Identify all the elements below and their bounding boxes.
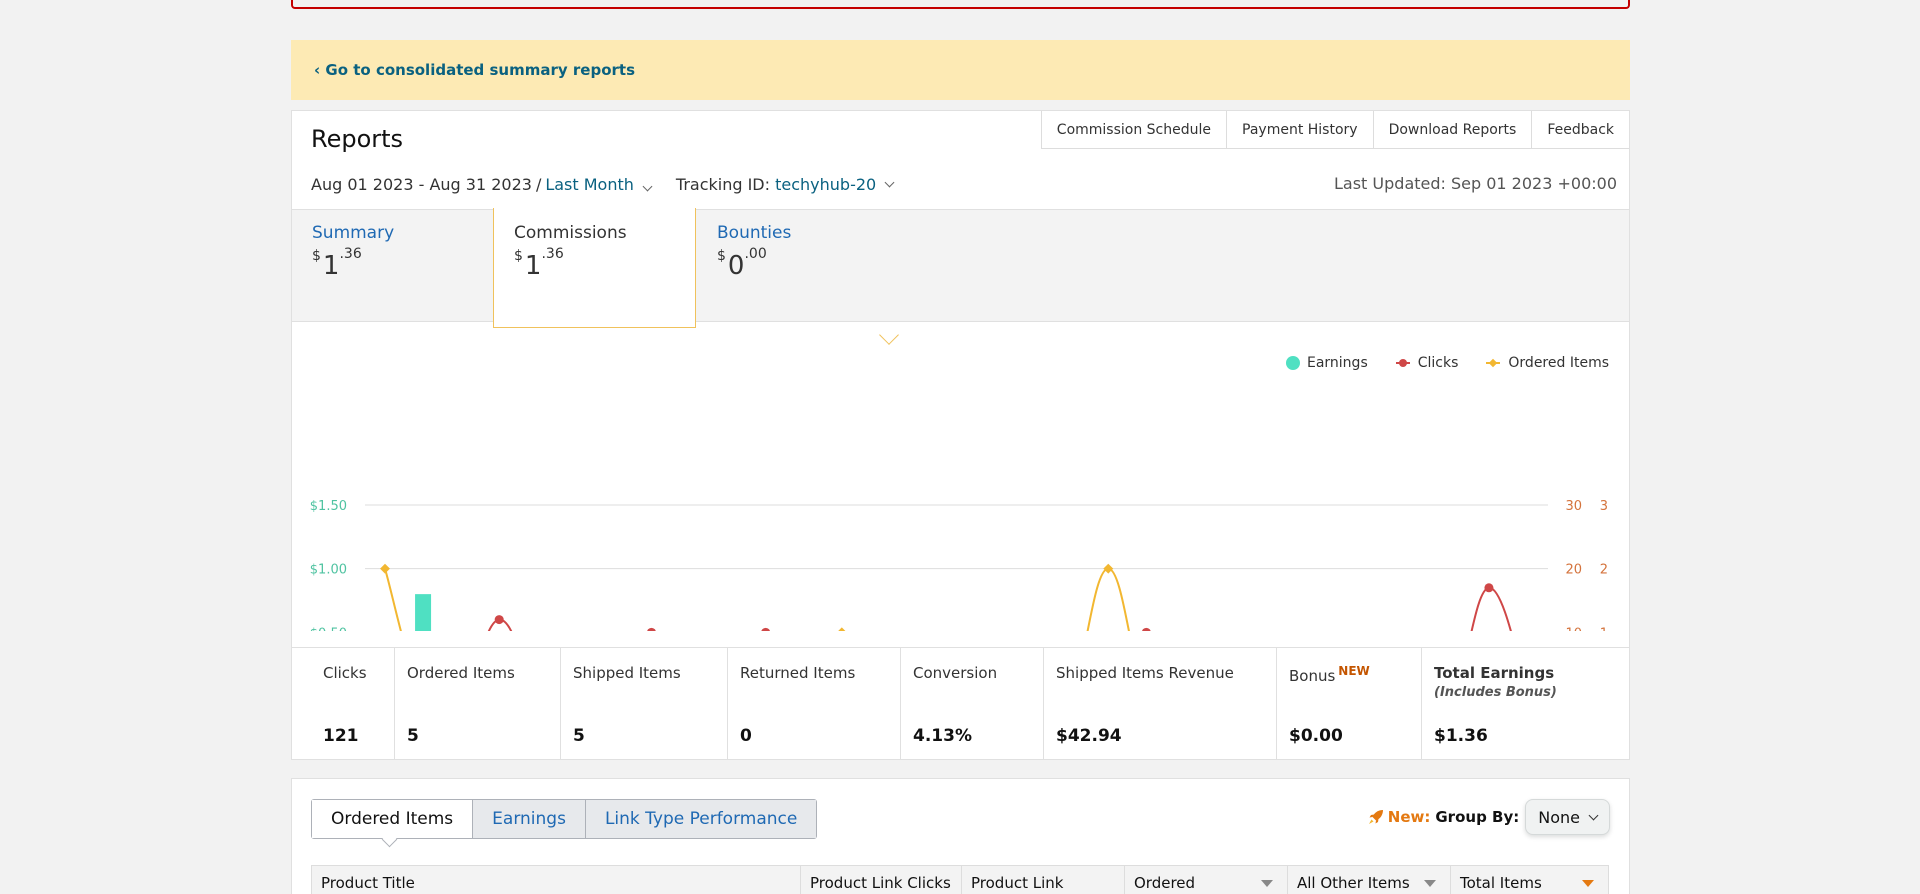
- y-right-clicks-tick-label: 30: [1565, 499, 1582, 514]
- stat-shipped-revenue: Shipped Items Revenue $42.94: [1044, 648, 1277, 760]
- stat-shipped-items: Shipped Items 5: [561, 648, 728, 760]
- y-right-clicks-tick-label: 20: [1565, 563, 1582, 578]
- ordered-items-point: [836, 627, 847, 631]
- tab-summary-amount: $1.36: [312, 246, 362, 281]
- col-product-link[interactable]: Product Link: [962, 866, 1125, 894]
- stat-bonus-value: $0.00: [1289, 726, 1343, 746]
- y-left-tick-label: $1.50: [310, 499, 347, 514]
- ordered-items-point: [1103, 563, 1114, 574]
- stat-total-value: $1.36: [1434, 726, 1488, 746]
- tracking-label: Tracking ID:: [675, 175, 771, 194]
- alert-box-edge: [291, 0, 1630, 9]
- earnings-chart: 000$0.50101$1.00202$1.5030301 Aug0407101…: [310, 499, 1608, 631]
- y-left-tick-label: $1.00: [310, 563, 347, 578]
- tab-earnings[interactable]: Earnings: [473, 800, 586, 838]
- sort-arrow-icon: [1261, 880, 1273, 887]
- stats-row: Clicks 121 Ordered Items 5 Shipped Items 5 …: [292, 647, 1629, 760]
- stat-bonus: Bonus NEW $0.00: [1277, 648, 1422, 760]
- group-by-label: Group By:: [1435, 808, 1520, 826]
- stat-returned-items: Returned Items 0: [728, 648, 901, 760]
- stat-conversion: Conversion 4.13%: [901, 648, 1044, 760]
- summary-tabs: Summary $1.36 Commissions $1.36 Bounties…: [292, 208, 1629, 328]
- earnings-dot-icon: [1285, 356, 1300, 370]
- clicks-point: [647, 627, 656, 631]
- sort-arrow-active-icon: [1582, 880, 1594, 887]
- consolidated-summary-link[interactable]: ‹ Go to consolidated summary reports: [314, 61, 635, 79]
- y-left-tick-label: $0.50: [310, 626, 347, 631]
- new-label: New:: [1387, 808, 1431, 826]
- stat-clicks: Clicks 121: [292, 648, 395, 760]
- tab-commissions[interactable]: Commissions $1.36: [493, 208, 696, 328]
- stat-returned-value: 0: [740, 726, 752, 746]
- commission-schedule-link[interactable]: Commission Schedule: [1041, 111, 1228, 149]
- sort-arrow-icon: [1424, 880, 1436, 887]
- consolidated-banner: ‹ Go to consolidated summary reports: [291, 40, 1630, 100]
- date-separator: /: [535, 175, 542, 194]
- group-by-select[interactable]: None: [1525, 799, 1610, 835]
- y-right-items-tick-label: 2: [1600, 563, 1608, 578]
- clicks-point: [1142, 627, 1151, 631]
- tab-bounties-amount: $0.00: [717, 246, 767, 281]
- stat-ordered-value: 5: [407, 726, 419, 746]
- period-dropdown[interactable]: Last Month: [545, 175, 653, 194]
- payment-history-link[interactable]: Payment History: [1227, 111, 1374, 149]
- ordered-items-point: [380, 563, 390, 574]
- detail-tabs: Ordered Items Earnings Link Type Perform…: [311, 799, 818, 839]
- col-product-link-clicks[interactable]: Product Link Clicks: [801, 866, 962, 894]
- ordered-items-line: [384, 567, 1130, 631]
- legend-earnings[interactable]: Earnings: [1285, 355, 1368, 371]
- table-header: Product Title Product Link Clicks Produc…: [311, 865, 1609, 894]
- tab-bounties-label: Bounties: [717, 223, 792, 243]
- chevron-down-icon: [642, 181, 653, 192]
- page-title: Reports: [311, 125, 404, 153]
- tab-summary-label: Summary: [312, 223, 395, 243]
- col-product-title[interactable]: Product Title: [312, 866, 801, 894]
- col-all-other-items[interactable]: All Other Items: [1288, 866, 1451, 894]
- legend-clicks[interactable]: Clicks: [1395, 355, 1458, 371]
- col-total-items[interactable]: Total Items: [1451, 866, 1608, 894]
- y-right-items-tick-label: 3: [1600, 499, 1608, 514]
- earnings-bar: [415, 594, 432, 631]
- tab-bounties[interactable]: Bounties $0.00: [695, 210, 897, 322]
- stat-shipped-value: 5: [573, 726, 585, 746]
- y-right-items-tick-label: 1: [1600, 626, 1608, 631]
- clicks-line-icon: [1395, 359, 1410, 367]
- tab-summary[interactable]: Summary $1.36: [292, 210, 494, 322]
- chart-legend: Earnings Clicks Ordered Items: [1258, 355, 1609, 371]
- tracking-id-dropdown[interactable]: Tracking ID: techyhub-20: [675, 175, 895, 194]
- date-range: Aug 01 2023 - Aug 31 2023: [311, 175, 532, 194]
- group-by-control: New: Group By: None: [1368, 799, 1610, 835]
- tab-commissions-amount: $1.36: [514, 246, 564, 281]
- clicks-point: [494, 615, 504, 625]
- ordered-line-icon: [1486, 362, 1501, 364]
- y-right-clicks-tick-label: 10: [1565, 626, 1582, 631]
- tab-commissions-label: Commissions: [514, 223, 627, 243]
- active-tab-pointer: [879, 325, 899, 345]
- top-links: Commission Schedule Payment History Down…: [1040, 111, 1629, 149]
- tab-ordered-items[interactable]: Ordered Items: [312, 800, 474, 838]
- col-ordered[interactable]: Ordered: [1125, 866, 1288, 894]
- stat-clicks-value: 121: [323, 726, 359, 746]
- reports-panel: Reports Commission Schedule Payment Hist…: [291, 110, 1630, 760]
- rocket-icon: [1368, 810, 1383, 824]
- period-label: Last Month: [545, 175, 634, 194]
- stat-total-earnings: Total Earnings (Includes Bonus) $1.36: [1434, 664, 1557, 746]
- stat-ordered-items: Ordered Items 5: [395, 648, 561, 760]
- legend-ordered-items[interactable]: Ordered Items: [1486, 355, 1609, 371]
- last-updated: Last Updated: Sep 01 2023 +00:00: [1334, 174, 1617, 193]
- tracking-id-value[interactable]: techyhub-20: [775, 175, 876, 194]
- stat-revenue-value: $42.94: [1056, 726, 1122, 746]
- new-badge: NEW: [1338, 664, 1370, 678]
- chevron-down-icon: [1588, 810, 1599, 820]
- stat-conversion-value: 4.13%: [913, 726, 972, 746]
- clicks-point: [761, 627, 770, 631]
- chevron-down-icon: [884, 177, 895, 188]
- tab-link-type-performance[interactable]: Link Type Performance: [585, 800, 817, 838]
- detail-panel: Ordered Items Earnings Link Type Perform…: [291, 778, 1630, 894]
- clicks-line: [487, 586, 1512, 631]
- clicks-point: [1484, 583, 1494, 593]
- filter-row: Aug 01 2023 - Aug 31 2023 / Last Month T…: [311, 175, 895, 194]
- download-reports-link[interactable]: Download Reports: [1373, 111, 1533, 149]
- feedback-link[interactable]: Feedback: [1532, 111, 1629, 149]
